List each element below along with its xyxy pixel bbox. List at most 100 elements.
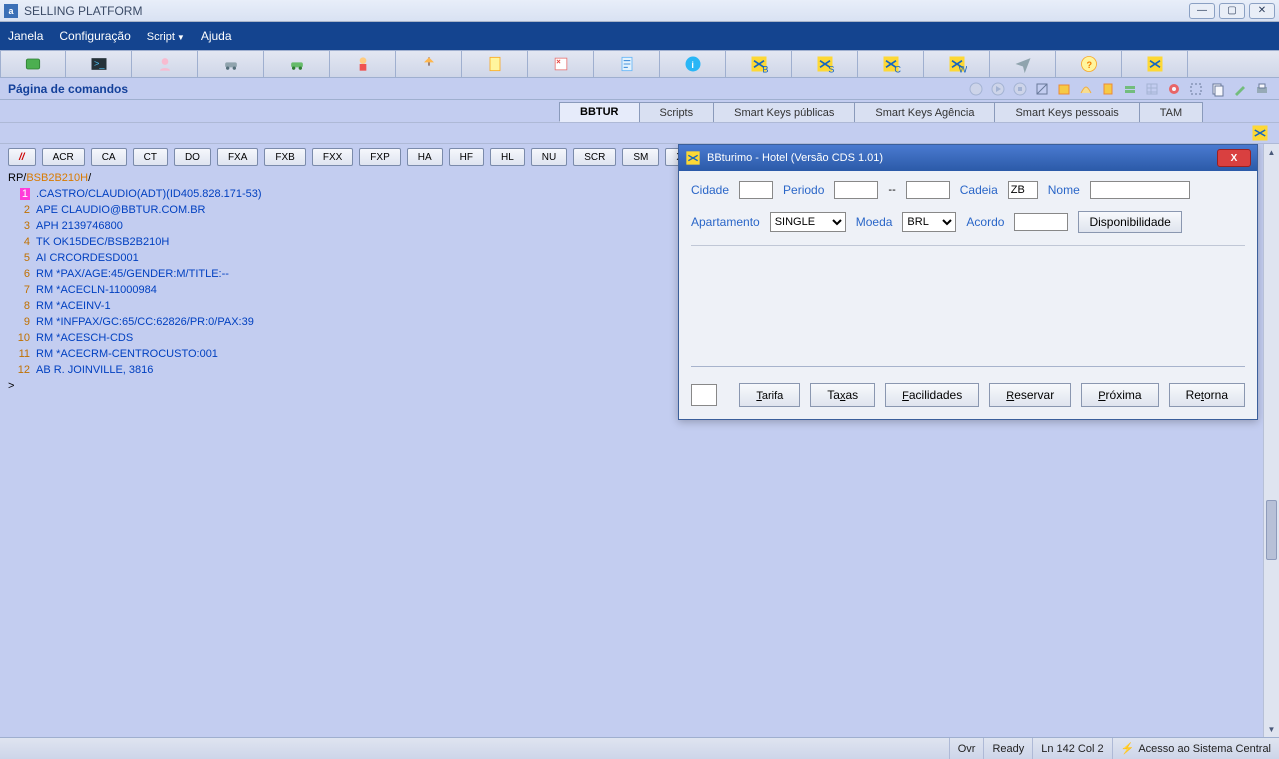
- scroll-thumb[interactable]: [1266, 500, 1277, 560]
- toolbar-btn-8[interactable]: [462, 51, 528, 77]
- menubar: Janela Configuração Script▼ Ajuda: [0, 22, 1279, 50]
- input-cadeia[interactable]: [1008, 181, 1038, 199]
- quick-nu[interactable]: NU: [531, 148, 567, 166]
- pnr-line-8: RM *ACEINV-1: [36, 300, 111, 312]
- quick-fxb[interactable]: FXB: [264, 148, 305, 166]
- input-cidade[interactable]: [739, 181, 773, 199]
- menu-ajuda[interactable]: Ajuda: [201, 29, 232, 43]
- hotel-dialog-close[interactable]: X: [1217, 149, 1251, 167]
- input-acordo[interactable]: [1014, 213, 1068, 231]
- toolbar-btn-3[interactable]: [132, 51, 198, 77]
- quick-ca[interactable]: CA: [91, 148, 127, 166]
- pnr-line-4: TK OK15DEC/BSB2B210H: [36, 236, 169, 248]
- select-apartamento[interactable]: SINGLE: [770, 212, 846, 232]
- menu-script[interactable]: Script▼: [147, 29, 185, 43]
- mini-btn-9[interactable]: [1143, 80, 1161, 98]
- mini-btn-10[interactable]: [1165, 80, 1183, 98]
- svg-text:i: i: [691, 60, 694, 70]
- quick-ct[interactable]: CT: [133, 148, 168, 166]
- menu-config[interactable]: Configuração: [59, 29, 130, 43]
- toolbar-btn-6[interactable]: [330, 51, 396, 77]
- tab-sk-agencia[interactable]: Smart Keys Agência: [854, 102, 995, 122]
- button-tarifa[interactable]: Tarifa: [739, 383, 800, 407]
- tab-tam[interactable]: TAM: [1139, 102, 1203, 122]
- toolbar-btn-plane[interactable]: [990, 51, 1056, 77]
- hotel-dialog-titlebar[interactable]: BBturimo - Hotel (Versão CDS 1.01) X: [679, 145, 1257, 171]
- toolbar-btn-10[interactable]: [594, 51, 660, 77]
- toolbar-btn-9[interactable]: [528, 51, 594, 77]
- button-reservar[interactable]: Reservar: [989, 383, 1071, 407]
- tab-sk-publicas[interactable]: Smart Keys públicas: [713, 102, 855, 122]
- mini-btn-11[interactable]: [1187, 80, 1205, 98]
- svg-text:>_: >_: [94, 59, 105, 69]
- mini-btn-13[interactable]: [1231, 80, 1249, 98]
- select-moeda[interactable]: BRL: [902, 212, 956, 232]
- label-cidade: Cidade: [691, 183, 729, 197]
- quick-fxx[interactable]: FXX: [312, 148, 353, 166]
- toolbar-btn-bb-w[interactable]: W: [924, 51, 990, 77]
- statusbar: Ovr Ready Ln 142 Col 2 ⚡Acesso ao Sistem…: [0, 737, 1279, 759]
- close-button[interactable]: ✕: [1249, 3, 1275, 19]
- quick-hf[interactable]: HF: [449, 148, 484, 166]
- toolbar-btn-2[interactable]: >_: [66, 51, 132, 77]
- quick-do[interactable]: DO: [174, 148, 211, 166]
- quick-ha[interactable]: HA: [407, 148, 443, 166]
- button-proxima[interactable]: Próxima: [1081, 383, 1158, 407]
- command-page-label: Página de comandos: [8, 82, 128, 96]
- input-periodo-from[interactable]: [834, 181, 878, 199]
- tabstrip: BBTUR Scripts Smart Keys públicas Smart …: [0, 100, 1279, 122]
- toolbar-btn-bb-s[interactable]: S: [792, 51, 858, 77]
- button-retorna[interactable]: Retorna: [1169, 383, 1245, 407]
- pnr-line-3: APH 2139746800: [36, 220, 123, 232]
- window-titlebar: a SELLING PLATFORM — ▢ ✕: [0, 0, 1279, 22]
- tab-sk-pessoais[interactable]: Smart Keys pessoais: [994, 102, 1139, 122]
- mini-btn-3[interactable]: [1011, 80, 1029, 98]
- menu-janela[interactable]: Janela: [8, 29, 43, 43]
- mini-btn-1[interactable]: [967, 80, 985, 98]
- mini-btn-5[interactable]: [1055, 80, 1073, 98]
- scroll-up-icon[interactable]: ▲: [1264, 144, 1279, 160]
- input-nome[interactable]: [1090, 181, 1190, 199]
- button-taxas[interactable]: Taxas: [810, 383, 875, 407]
- mini-btn-8[interactable]: [1121, 80, 1139, 98]
- minimize-button[interactable]: —: [1189, 3, 1215, 19]
- mini-btn-6[interactable]: [1077, 80, 1095, 98]
- quick-sm[interactable]: SM: [622, 148, 659, 166]
- quick-scr[interactable]: SCR: [573, 148, 616, 166]
- toolbar-btn-5[interactable]: [264, 51, 330, 77]
- svg-text:S: S: [828, 64, 834, 74]
- quick-acr[interactable]: ACR: [42, 148, 85, 166]
- label-nome: Nome: [1048, 183, 1080, 197]
- quick-fxa[interactable]: FXA: [217, 148, 258, 166]
- quick-hl[interactable]: HL: [490, 148, 525, 166]
- input-periodo-to[interactable]: [906, 181, 950, 199]
- toolbar-btn-1[interactable]: [0, 51, 66, 77]
- toolbar-btn-info[interactable]: i: [660, 51, 726, 77]
- mini-btn-print[interactable]: [1253, 80, 1271, 98]
- button-facilidades[interactable]: Facilidades: [885, 383, 979, 407]
- tab-bbtur[interactable]: BBTUR: [559, 102, 640, 122]
- toolbar-btn-bb-c[interactable]: C: [858, 51, 924, 77]
- cursor: 1: [20, 188, 30, 200]
- toolbar-btn-7[interactable]: [396, 51, 462, 77]
- toolbar-btn-4[interactable]: [198, 51, 264, 77]
- mini-btn-2[interactable]: [989, 80, 1007, 98]
- mini-btn-7[interactable]: [1099, 80, 1117, 98]
- quick-fxp[interactable]: FXP: [359, 148, 400, 166]
- toolbar-btn-bb[interactable]: [1122, 51, 1188, 77]
- toolbar-btn-bb-b[interactable]: B: [726, 51, 792, 77]
- status-ovr: Ovr: [949, 738, 984, 759]
- pnr-line-9: RM *INFPAX/GC:65/CC:62826/PR:0/PAX:39: [36, 316, 254, 328]
- vertical-scrollbar[interactable]: ▲ ▼: [1263, 144, 1279, 737]
- app-icon: a: [4, 4, 18, 18]
- mini-btn-12[interactable]: [1209, 80, 1227, 98]
- popup-indicator-box: [691, 384, 717, 406]
- quick-slash[interactable]: //: [8, 148, 36, 166]
- mini-btn-4[interactable]: [1033, 80, 1051, 98]
- toolbar-btn-help[interactable]: ?: [1056, 51, 1122, 77]
- button-disponibilidade[interactable]: Disponibilidade: [1078, 211, 1181, 233]
- scroll-down-icon[interactable]: ▼: [1264, 721, 1279, 737]
- maximize-button[interactable]: ▢: [1219, 3, 1245, 19]
- label-moeda: Moeda: [856, 215, 893, 229]
- tab-scripts[interactable]: Scripts: [639, 102, 715, 122]
